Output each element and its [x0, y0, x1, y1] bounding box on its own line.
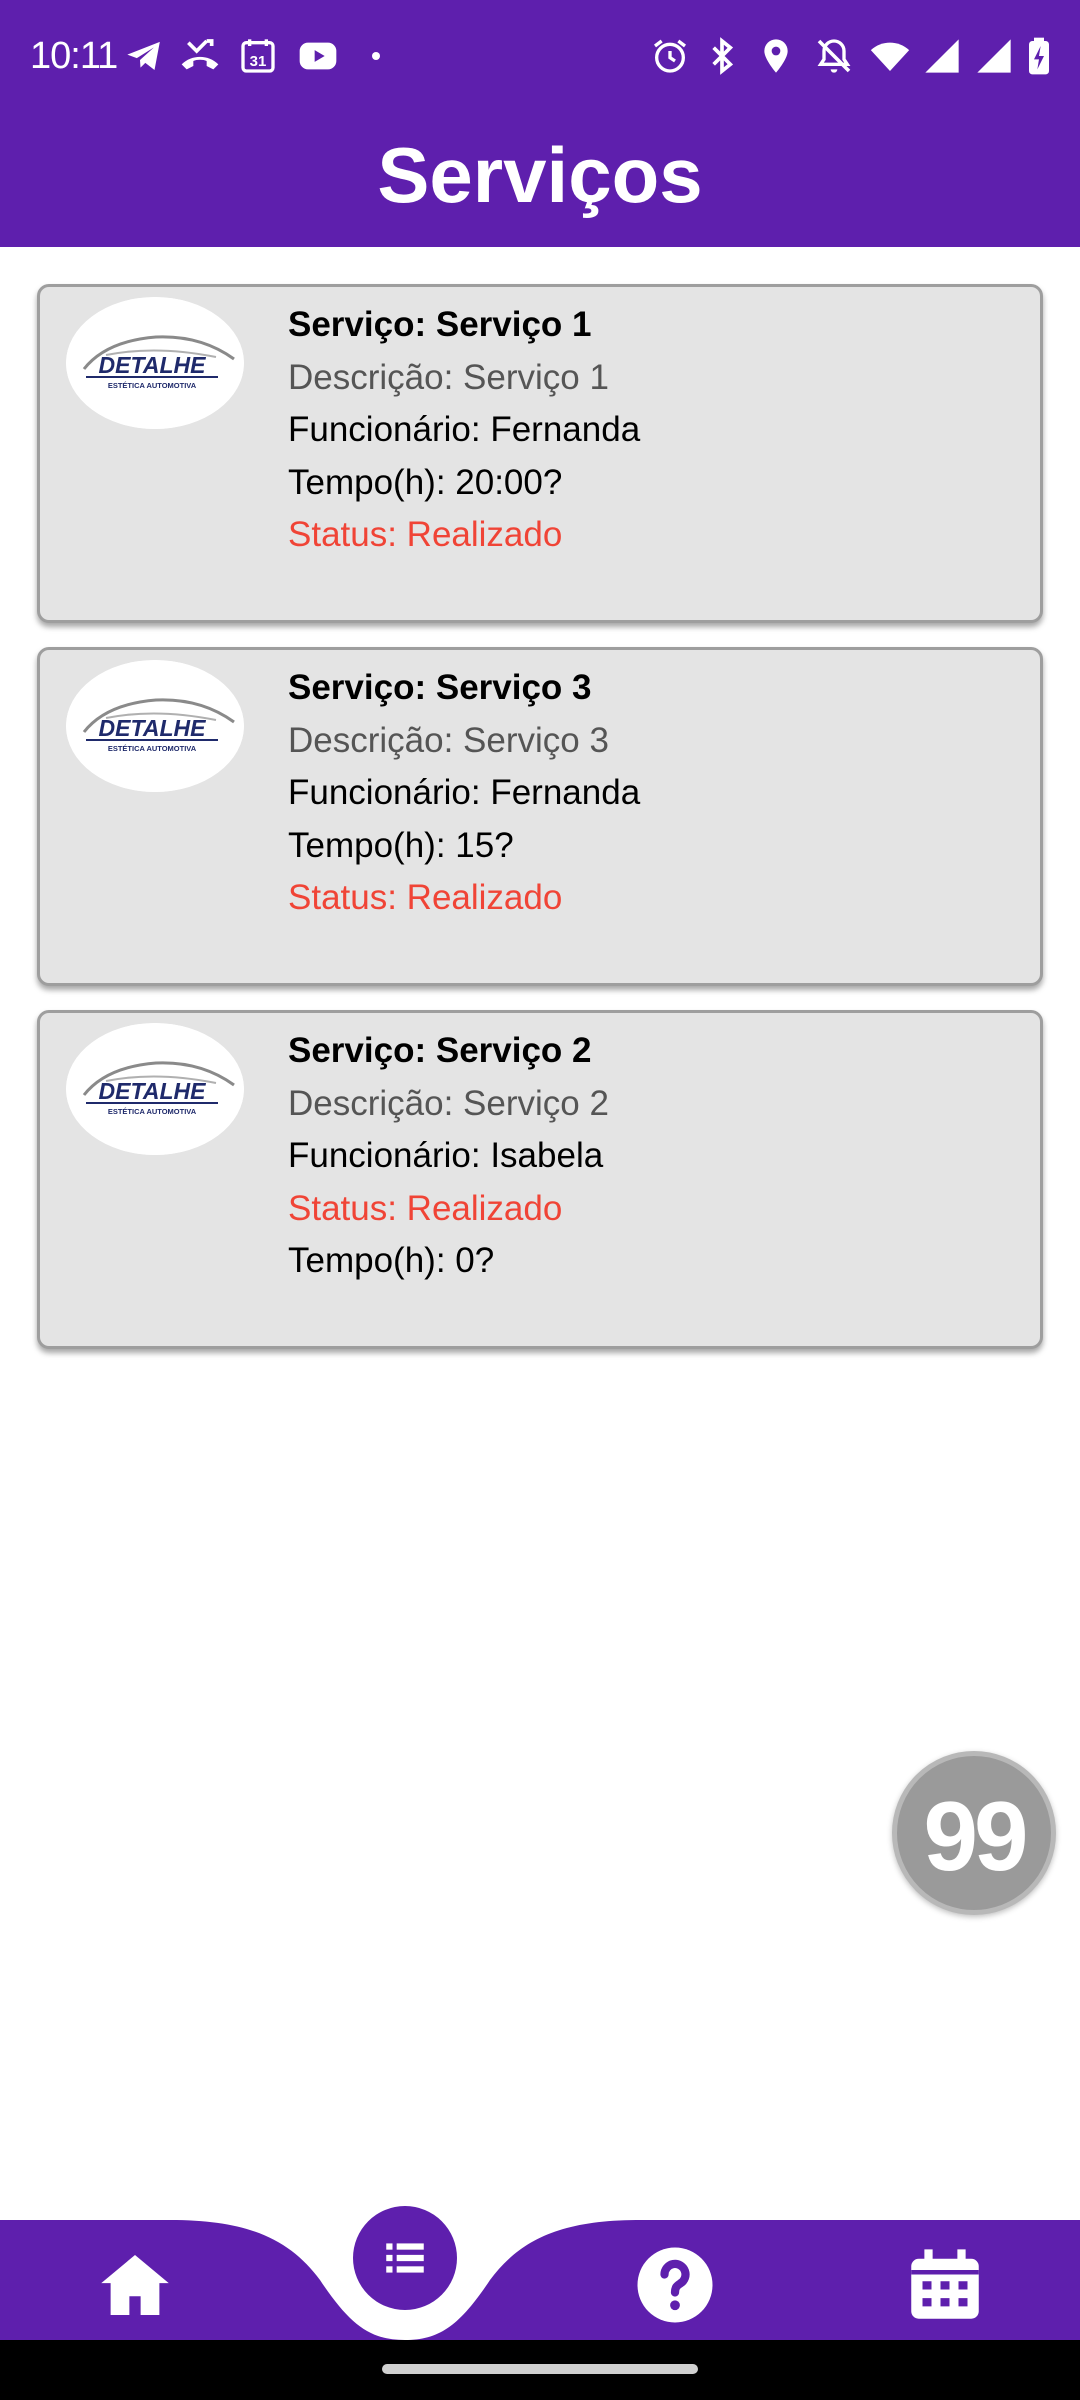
signal-icon: [922, 36, 962, 76]
dot-icon: [364, 36, 388, 76]
wifi-icon: [870, 36, 910, 76]
nav-help-icon[interactable]: [630, 2240, 720, 2330]
service-employee: Funcionário: Fernanda: [288, 773, 641, 812]
service-description: Descrição: Serviço 1: [288, 357, 609, 397]
logo-brand: DETALHE: [99, 715, 207, 741]
service-details: Serviço: Serviço 1 Descrição: Serviço 1 …: [288, 299, 1020, 562]
nav-home-icon[interactable]: [90, 2240, 180, 2330]
floating-99-bubble[interactable]: 99: [892, 1751, 1056, 1915]
status-bar: 10:11 31: [0, 0, 1080, 116]
service-title: Serviço: Serviço 3: [288, 668, 592, 707]
company-logo: DETALHE ESTÉTICA AUTOMOTIVA: [66, 660, 244, 792]
bottom-navigation: [0, 2200, 1080, 2340]
nav-list-button[interactable]: [353, 2206, 457, 2310]
logo-brand: DETALHE: [99, 352, 207, 378]
logo-tagline: ESTÉTICA AUTOMOTIVA: [108, 1107, 197, 1116]
service-time: Tempo(h): 15?: [288, 825, 514, 865]
missed-call-icon: [180, 36, 220, 76]
service-description: Descrição: Serviço 2: [288, 1083, 609, 1123]
list-icon: [386, 2243, 424, 2273]
app-bar: Serviços: [0, 116, 1080, 247]
service-details: Serviço: Serviço 3 Descrição: Serviço 3 …: [288, 662, 1020, 925]
home-indicator[interactable]: [382, 2364, 698, 2374]
location-icon: [756, 36, 796, 76]
youtube-icon: [296, 36, 340, 76]
company-logo: DETALHE ESTÉTICA AUTOMOTIVA: [66, 297, 244, 429]
logo-tagline: ESTÉTICA AUTOMOTIVA: [108, 381, 197, 390]
alarm-icon: [650, 36, 690, 76]
battery-charging-icon: [1024, 36, 1054, 76]
service-title: Serviço: Serviço 1: [288, 305, 592, 344]
nav-calendar-icon[interactable]: [900, 2240, 990, 2330]
company-logo: DETALHE ESTÉTICA AUTOMOTIVA: [66, 1023, 244, 1155]
service-employee: Funcionário: Isabela: [288, 1136, 604, 1175]
calendar-day: 31: [250, 53, 267, 70]
service-status: Status: Realizado: [288, 878, 563, 917]
page-title: Serviços: [377, 131, 703, 219]
notifications-off-icon: [814, 36, 854, 76]
floating-badge-label: 99: [923, 1781, 1028, 1891]
system-navigation-bar: [0, 2340, 1080, 2400]
logo-brand: DETALHE: [99, 1078, 207, 1104]
signal-icon: [974, 36, 1014, 76]
bluetooth-icon: [702, 36, 742, 76]
service-employee: Funcionário: Fernanda: [288, 410, 641, 449]
service-status: Status: Realizado: [288, 1188, 563, 1228]
service-title: Serviço: Serviço 2: [288, 1031, 592, 1070]
service-status: Status: Realizado: [288, 515, 563, 554]
service-card[interactable]: DETALHE ESTÉTICA AUTOMOTIVA Serviço: Ser…: [37, 1010, 1043, 1349]
status-time: 10:11: [30, 35, 118, 77]
service-description: Descrição: Serviço 3: [288, 720, 609, 760]
service-card[interactable]: DETALHE ESTÉTICA AUTOMOTIVA Serviço: Ser…: [37, 284, 1043, 623]
telegram-icon: [124, 36, 164, 76]
logo-tagline: ESTÉTICA AUTOMOTIVA: [108, 744, 197, 753]
service-time: Tempo(h): 0?: [288, 1241, 495, 1280]
service-card[interactable]: DETALHE ESTÉTICA AUTOMOTIVA Serviço: Ser…: [37, 647, 1043, 986]
service-time: Tempo(h): 20:00?: [288, 462, 563, 502]
service-details: Serviço: Serviço 2 Descrição: Serviço 2 …: [288, 1025, 1020, 1288]
calendar-31-icon: 31: [238, 36, 278, 76]
